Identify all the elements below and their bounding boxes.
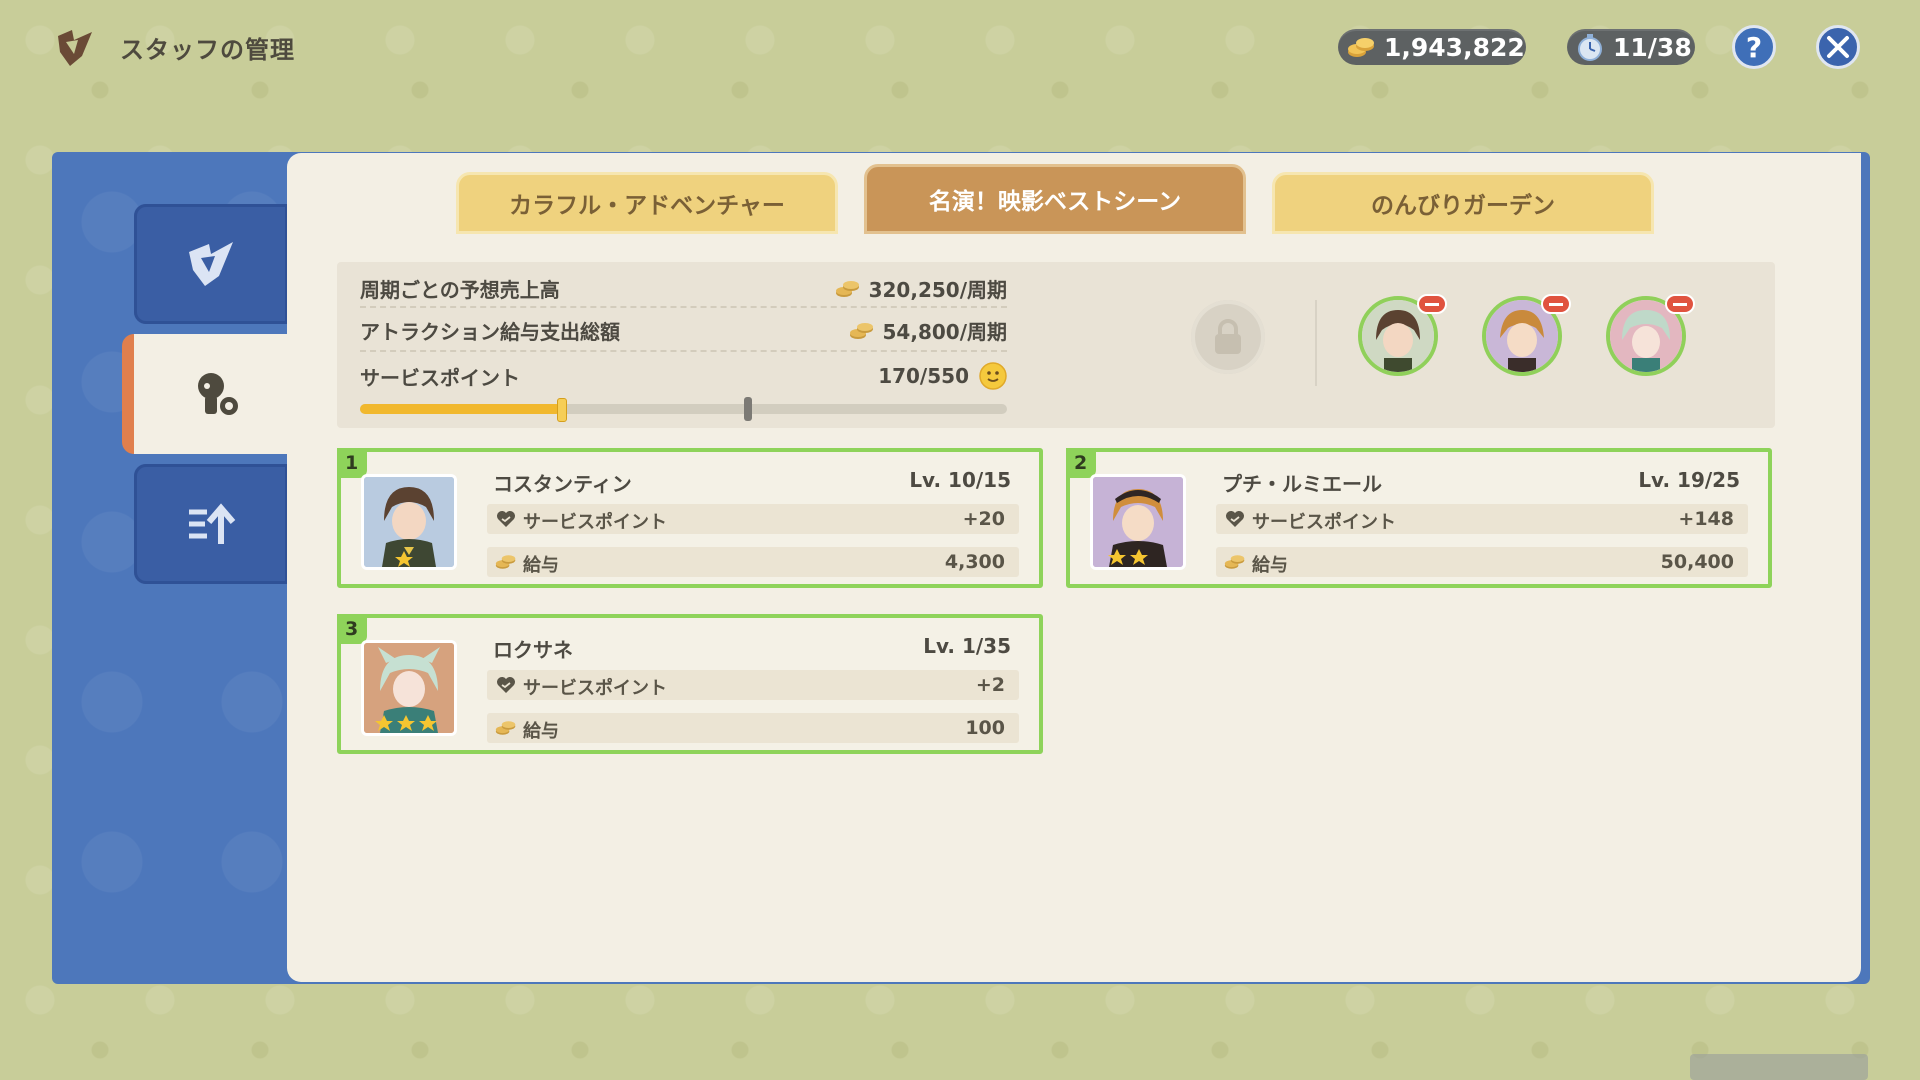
- coin-amount: 1,943,822: [1384, 32, 1525, 62]
- salary-value: 50,400: [1660, 551, 1734, 573]
- revenue-value: 320,250/周期: [868, 278, 1007, 302]
- upgrade-icon: [189, 503, 236, 544]
- staff-level: Lv. 1/35: [923, 634, 1011, 658]
- service-points-label: サービスポイント: [523, 512, 667, 533]
- stopwatch-icon: [1578, 34, 1602, 61]
- tab-colorful-adventure[interactable]: カラフル・アドベンチャー: [456, 172, 838, 234]
- staff-name: ロクサネ: [493, 638, 573, 662]
- service-row: サービスポイント 170/550: [360, 362, 1007, 392]
- service-progress-fill: [360, 404, 561, 414]
- tab-best-scene[interactable]: 名演！映影ベストシーン: [864, 164, 1246, 234]
- staff-avatar: [361, 640, 457, 736]
- staff-slot-number: 2: [1066, 448, 1096, 478]
- smiley-icon: [979, 362, 1007, 390]
- help-button[interactable]: ?: [1732, 25, 1776, 69]
- coin-icon: [1348, 38, 1374, 57]
- close-button[interactable]: [1816, 25, 1860, 69]
- remove-staff-button[interactable]: [1665, 294, 1695, 314]
- coin-icon: [495, 721, 516, 735]
- service-points-row: サービスポイント +20: [487, 504, 1019, 534]
- staff-card[interactable]: 2 プチ・ルミエール Lv. 19/25 サービスポイント +148 給与 50…: [1066, 448, 1772, 588]
- service-threshold-marker: [744, 397, 753, 421]
- salary-row: 給与 4,300: [487, 547, 1019, 577]
- salary-value: 54,800/周期: [882, 320, 1007, 344]
- salary-value-wrap: 54,800/周期: [849, 316, 1007, 345]
- staff-portrait-image: [364, 477, 454, 567]
- staff-name: プチ・ルミエール: [1222, 472, 1382, 496]
- help-label: ?: [1745, 30, 1763, 64]
- staff-avatar: [361, 474, 457, 570]
- salary-label: 給与: [1252, 555, 1288, 576]
- remove-staff-button[interactable]: [1541, 294, 1571, 314]
- staff-name: コスタンティン: [493, 472, 632, 496]
- timer-value: 11/38: [1613, 32, 1692, 62]
- service-points-row: サービスポイント +148: [1216, 504, 1748, 534]
- service-points-label: サービスポイント: [523, 678, 667, 699]
- tab-relaxing-garden[interactable]: のんびりガーデン: [1272, 172, 1654, 234]
- salary-label: アトラクション給与支出総額: [360, 320, 620, 344]
- staff-card[interactable]: 1 コスタンティン Lv. 10/15 サービスポイント +20 給与 4,30…: [337, 448, 1043, 588]
- service-points-value: +148: [1678, 508, 1734, 530]
- salary-row: 給与 100: [487, 713, 1019, 743]
- blurred-overlay: [1690, 1054, 1868, 1080]
- coin-counter: 1,943,822: [1338, 29, 1526, 65]
- close-icon: [1827, 36, 1849, 58]
- revenue-value-wrap: 320,250/周期: [835, 274, 1007, 303]
- side-tab-upgrade[interactable]: [134, 464, 288, 584]
- service-progress-knob: [556, 398, 567, 422]
- staff-level: Lv. 19/25: [1638, 468, 1740, 492]
- salary-label: 給与: [523, 555, 559, 576]
- service-label: サービスポイント: [360, 366, 520, 390]
- service-progress-bar: [360, 397, 1007, 422]
- salary-label: 給与: [523, 721, 559, 742]
- revenue-row: 周期ごとの予想売上高 320,250/周期: [360, 274, 1007, 304]
- side-tab-attraction[interactable]: [134, 204, 288, 324]
- timer-counter: 11/38: [1567, 29, 1695, 65]
- heart-hand-icon: [497, 511, 515, 527]
- staff-level: Lv. 10/15: [909, 468, 1011, 492]
- side-tab-staff[interactable]: [122, 334, 300, 454]
- heart-hand-icon: [497, 677, 515, 693]
- staff-manage-icon: [58, 30, 92, 66]
- tab-label: カラフル・アドベンチャー: [509, 193, 785, 219]
- service-points-value: +20: [962, 508, 1005, 530]
- staff-slot-number: 3: [337, 614, 367, 644]
- lock-icon: [1215, 319, 1241, 354]
- service-value-wrap: 170/550: [878, 362, 1007, 390]
- service-points-value: +2: [975, 674, 1005, 696]
- staff-avatar: [1090, 474, 1186, 570]
- service-value: 170/550: [878, 364, 969, 388]
- page-title: スタッフの管理: [120, 36, 295, 64]
- divider: [1315, 300, 1317, 386]
- salary-value: 4,300: [944, 551, 1005, 573]
- staff-icon: [198, 373, 238, 415]
- staff-slot-number: 1: [337, 448, 367, 478]
- tab-label: 名演！映影ベストシーン: [928, 189, 1182, 215]
- top-bar: スタッフの管理 1,943,822 11/38 ?: [0, 0, 1920, 100]
- staff-portrait-image: [364, 643, 454, 733]
- staff-card[interactable]: 3 ロクサネ Lv. 1/35 サービスポイント +2 給与 100: [337, 614, 1043, 754]
- remove-staff-button[interactable]: [1417, 294, 1447, 314]
- salary-row: アトラクション給与支出総額 54,800/周期: [360, 316, 1007, 346]
- salary-value: 100: [965, 717, 1005, 739]
- tab-label: のんびりガーデン: [1371, 193, 1555, 219]
- stats-panel: 周期ごとの予想売上高 320,250/周期 アトラクション給与支出総額 54,8…: [337, 262, 1775, 428]
- locked-slot[interactable]: [1191, 300, 1265, 374]
- service-points-label: サービスポイント: [1252, 512, 1396, 533]
- staff-portrait-image: [1093, 477, 1183, 567]
- coin-icon: [835, 280, 859, 297]
- coin-icon: [495, 555, 516, 569]
- revenue-label: 周期ごとの予想売上高: [360, 278, 560, 302]
- divider: [360, 350, 1007, 352]
- heart-hand-icon: [1226, 511, 1244, 527]
- divider: [360, 306, 1007, 308]
- salary-row: 給与 50,400: [1216, 547, 1748, 577]
- coin-icon: [849, 322, 873, 339]
- coin-icon: [1224, 555, 1245, 569]
- service-points-row: サービスポイント +2: [487, 670, 1019, 700]
- attraction-icon: [189, 242, 233, 286]
